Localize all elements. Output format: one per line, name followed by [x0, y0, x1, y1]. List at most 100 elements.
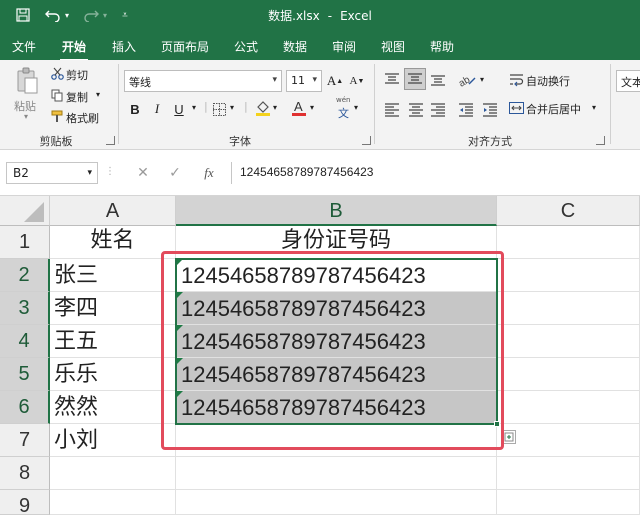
cell-b5[interactable]: 124546587897874564​23	[176, 358, 497, 391]
bold-button[interactable]: B	[124, 98, 146, 120]
cell-c7[interactable]	[497, 424, 640, 457]
enter-icon[interactable]: ✓	[168, 165, 182, 181]
font-color-icon[interactable]: A	[290, 98, 308, 118]
row-header-8[interactable]: 8	[0, 457, 50, 490]
tab-page-layout[interactable]: 页面布局	[161, 38, 209, 55]
number-format-combo[interactable]: 文本	[616, 70, 640, 92]
row-header-2[interactable]: 2	[0, 259, 50, 292]
tab-view[interactable]: 视图	[381, 38, 405, 55]
row-header-5[interactable]: 5	[0, 358, 50, 391]
cancel-icon[interactable]: ✕	[136, 165, 150, 181]
row-header-1[interactable]: 1	[0, 226, 50, 259]
cell-a4[interactable]: 王五	[50, 325, 176, 358]
format-painter-icon[interactable]	[50, 109, 64, 123]
tab-data[interactable]: 数据	[283, 38, 307, 55]
row-header-9[interactable]: 9	[0, 490, 50, 515]
cell-c3[interactable]	[497, 292, 640, 325]
cell-b9[interactable]	[176, 490, 497, 515]
align-right-icon[interactable]	[428, 100, 448, 120]
insert-function-icon[interactable]: fx	[200, 165, 218, 181]
tab-review[interactable]: 审阅	[332, 38, 356, 55]
borders-dropdown-icon[interactable]: ▾	[230, 103, 234, 112]
row-header-4[interactable]: 4	[0, 325, 50, 358]
drag-handle-icon[interactable]: ⋮	[105, 166, 115, 177]
copy-button[interactable]: 复制	[66, 89, 88, 105]
orientation-icon[interactable]: ab	[456, 70, 478, 90]
shrink-font-button[interactable]: A ▼	[346, 70, 368, 92]
cell-a5[interactable]: 乐乐	[50, 358, 176, 391]
copy-icon[interactable]	[50, 88, 64, 102]
align-middle-icon[interactable]	[404, 68, 426, 90]
font-color-dropdown-icon[interactable]: ▾	[310, 103, 314, 112]
orientation-dropdown-icon[interactable]: ▾	[480, 75, 484, 84]
grow-font-button[interactable]: A ▲	[324, 70, 346, 92]
merge-center-button[interactable]: 合并后居中	[526, 101, 581, 117]
cell-c6[interactable]	[497, 391, 640, 424]
row-header-3[interactable]: 3	[0, 292, 50, 325]
column-header-b[interactable]: B	[176, 196, 497, 226]
cell-c1[interactable]	[497, 226, 640, 259]
column-header-c[interactable]: C	[497, 196, 640, 226]
align-bottom-icon[interactable]	[428, 70, 448, 90]
increase-indent-icon[interactable]	[480, 100, 500, 120]
formula-input[interactable]: 1245465878978745642​3	[231, 162, 640, 184]
cell-a7[interactable]: 小刘	[50, 424, 176, 457]
align-center-icon[interactable]	[406, 100, 426, 120]
align-left-icon[interactable]	[382, 100, 402, 120]
cell-b8[interactable]	[176, 457, 497, 490]
column-header-a[interactable]: A	[50, 196, 176, 226]
paste-dropdown-icon[interactable]: ▾	[24, 112, 28, 121]
decrease-indent-icon[interactable]	[456, 100, 476, 120]
tab-formulas[interactable]: 公式	[234, 38, 258, 55]
name-box[interactable]: B2 ▾	[6, 162, 98, 184]
underline-dropdown-icon[interactable]: ▾	[192, 103, 196, 112]
alignment-launcher-icon[interactable]	[596, 136, 605, 145]
clipboard-launcher-icon[interactable]	[106, 136, 115, 145]
paste-icon[interactable]	[14, 66, 40, 96]
cell-c8[interactable]	[497, 457, 640, 490]
cell-b2[interactable]: 124546587897874564​23	[176, 259, 497, 292]
phonetic-guide-button[interactable]: 文	[338, 105, 349, 121]
phonetic-guide-pinyin[interactable]: wén	[336, 96, 350, 104]
cell-b4[interactable]: 124546587897874564​23	[176, 325, 497, 358]
italic-button[interactable]: I	[146, 98, 168, 120]
cell-a2[interactable]: 张三	[50, 259, 176, 292]
font-name-combo[interactable]: 等线 ▾	[124, 70, 282, 92]
cell-b3[interactable]: 124546587897874564​23	[176, 292, 497, 325]
cell-c2[interactable]	[497, 259, 640, 292]
cell-c5[interactable]	[497, 358, 640, 391]
cell-b7[interactable]	[176, 424, 497, 457]
tab-help[interactable]: 帮助	[430, 38, 454, 55]
cell-a8[interactable]	[50, 457, 176, 490]
row-header-7[interactable]: 7	[0, 424, 50, 457]
underline-button[interactable]: U	[168, 98, 190, 120]
font-launcher-icon[interactable]	[362, 136, 371, 145]
cell-a9[interactable]	[50, 490, 176, 515]
copy-dropdown-icon[interactable]: ▾	[96, 90, 100, 99]
borders-icon[interactable]	[212, 102, 226, 116]
cell-a3[interactable]: 李四	[50, 292, 176, 325]
cell-c4[interactable]	[497, 325, 640, 358]
cut-icon[interactable]	[50, 66, 64, 80]
fill-handle[interactable]	[494, 421, 500, 427]
cell-c9[interactable]	[497, 490, 640, 515]
tab-insert[interactable]: 插入	[112, 38, 136, 55]
cell-b1[interactable]: 身份证号码	[176, 226, 497, 259]
cell-b6[interactable]: 124546587897874564​23	[176, 391, 497, 424]
tab-file[interactable]: 文件	[12, 38, 36, 55]
cut-button[interactable]: 剪切	[66, 67, 88, 83]
row-header-6[interactable]: 6	[0, 391, 50, 424]
wrap-text-icon[interactable]	[508, 72, 524, 88]
align-top-icon[interactable]	[382, 70, 402, 90]
wrap-text-button[interactable]: 自动换行	[526, 73, 570, 89]
format-painter-button[interactable]: 格式刷	[66, 110, 99, 126]
cell-a6[interactable]: 然然	[50, 391, 176, 424]
fill-color-dropdown-icon[interactable]: ▾	[273, 103, 277, 112]
tab-home[interactable]: 开始	[59, 38, 89, 62]
merge-center-icon[interactable]	[508, 100, 524, 116]
merge-dropdown-icon[interactable]: ▾	[592, 103, 596, 112]
cell-a1[interactable]: 姓名	[50, 226, 176, 259]
quick-analysis-icon[interactable]	[502, 430, 516, 444]
fill-color-icon[interactable]	[254, 98, 272, 118]
phonetic-dropdown-icon[interactable]: ▾	[354, 103, 358, 112]
